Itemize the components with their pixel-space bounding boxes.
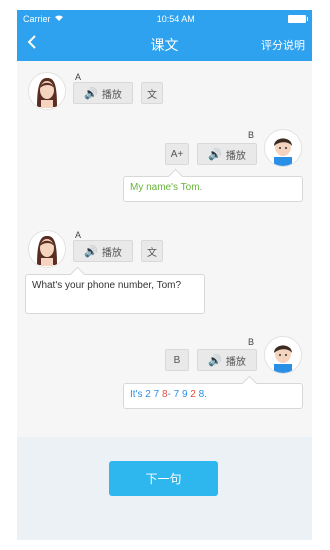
nav-bar: 课文 评分说明: [17, 28, 312, 61]
speaker-icon: 🔊: [84, 245, 98, 258]
play-label: 播放: [101, 247, 122, 259]
sentence-bubble: What's your phone number, Tom?: [25, 274, 205, 314]
play-button[interactable]: 🔊 播放: [73, 240, 133, 262]
carrier-label: Carrier: [23, 14, 51, 24]
word-correct: .: [204, 389, 207, 400]
sentence-text: What's your phone number, Tom?: [32, 280, 182, 291]
dialogue-list: A 🔊 播放 文 B A+ 🔊 播放 My name's Tom. A 🔊 播放…: [17, 61, 312, 453]
female-avatar-icon: [29, 231, 65, 267]
avatar-speaker-a[interactable]: [28, 230, 66, 268]
female-avatar-icon: [29, 73, 65, 109]
speaker-label: B: [248, 337, 255, 347]
speaker-label: A: [75, 72, 82, 82]
translate-label: 文: [147, 89, 157, 101]
grade-label: B: [173, 354, 181, 366]
chevron-left-icon: [27, 35, 37, 53]
translate-label: 文: [147, 247, 157, 259]
sentence-bubble: My name's Tom.: [123, 176, 303, 202]
word-correct: 9: [181, 389, 188, 400]
speaker-label: A: [75, 230, 82, 240]
wifi-icon: [54, 14, 64, 24]
grade-badge: B: [165, 349, 189, 371]
avatar-speaker-b[interactable]: [264, 336, 302, 374]
play-label: 播放: [225, 150, 246, 162]
play-button[interactable]: 🔊 播放: [197, 143, 257, 165]
word-correct: 2: [145, 389, 151, 400]
word-correct: It's: [130, 389, 146, 400]
sentence-text: My name's Tom.: [130, 182, 203, 193]
bottom-bar: 下一句: [17, 437, 312, 540]
play-label: 播放: [225, 356, 246, 368]
status-time: 10:54 AM: [156, 14, 195, 24]
male-avatar-icon: [265, 130, 301, 166]
play-label: 播放: [101, 89, 122, 101]
speaker-label: B: [248, 130, 255, 140]
grade-label: A+: [170, 148, 184, 160]
speaker-icon: 🔊: [208, 148, 222, 161]
scoring-info-link[interactable]: 评分说明: [261, 37, 305, 53]
phone-screen: Carrier 10:54 AM 课文 评分说明 A 🔊 播放 文 B A+ 🔊…: [17, 10, 312, 540]
back-button[interactable]: [17, 35, 47, 54]
grade-badge: A+: [165, 143, 189, 165]
play-button[interactable]: 🔊 播放: [197, 349, 257, 371]
next-sentence-button[interactable]: 下一句: [109, 461, 218, 496]
avatar-speaker-b[interactable]: [264, 129, 302, 167]
sentence-bubble: It's 2 7 8- 7 9 2 8.: [123, 383, 303, 409]
next-label: 下一句: [145, 472, 182, 486]
status-bar: Carrier 10:54 AM: [17, 10, 312, 28]
speaker-icon: 🔊: [208, 354, 222, 367]
avatar-speaker-a[interactable]: [28, 72, 66, 110]
translate-button[interactable]: 文: [141, 240, 163, 262]
battery-icon: [287, 15, 308, 23]
play-button[interactable]: 🔊 播放: [73, 82, 133, 104]
male-avatar-icon: [265, 337, 301, 373]
translate-button[interactable]: 文: [141, 82, 163, 104]
speaker-icon: 🔊: [84, 87, 98, 100]
